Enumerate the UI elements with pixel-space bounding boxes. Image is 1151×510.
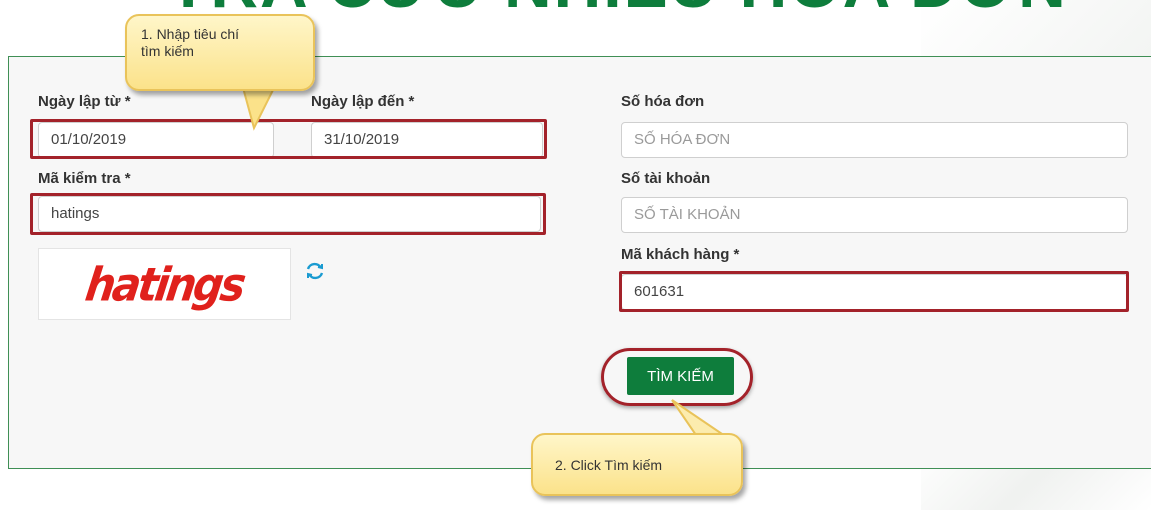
account-number-input[interactable]: SỐ TÀI KHOẢN bbox=[621, 197, 1128, 233]
customer-code-highlight bbox=[619, 271, 1129, 312]
captcha-image: hatings bbox=[38, 248, 291, 320]
customer-code-label: Mã khách hàng * bbox=[621, 246, 740, 263]
captcha-input-highlight bbox=[30, 193, 546, 235]
captcha-text: hatings bbox=[82, 257, 247, 311]
callout-step1-line2: tìm kiếm bbox=[141, 43, 194, 59]
refresh-icon[interactable] bbox=[304, 260, 326, 282]
invoice-number-label: Số hóa đơn bbox=[621, 93, 705, 110]
callout-step1: 1. Nhập tiêu chí tìm kiếm bbox=[125, 14, 315, 91]
date-from-label: Ngày lập từ * bbox=[38, 93, 131, 110]
invoice-number-input[interactable]: SỐ HÓA ĐƠN bbox=[621, 122, 1128, 158]
search-button[interactable]: TÌM KIẾM bbox=[627, 357, 734, 395]
callout-step1-line1: 1. Nhập tiêu chí bbox=[141, 26, 240, 42]
account-number-label: Số tài khoản bbox=[621, 170, 711, 187]
date-to-label: Ngày lập đến * bbox=[311, 93, 415, 110]
callout-step2: 2. Click Tìm kiếm bbox=[531, 433, 743, 496]
captcha-field-label: Mã kiểm tra * bbox=[38, 170, 131, 187]
